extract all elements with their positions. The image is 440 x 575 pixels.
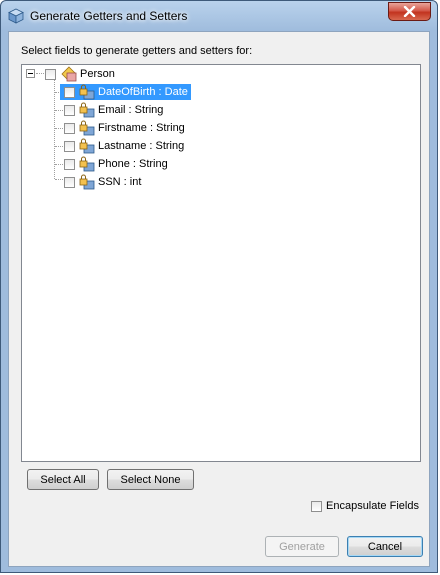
dialog-content: Select fields to generate getters and se… bbox=[8, 31, 430, 567]
field-label: Firstname : String bbox=[98, 122, 185, 134]
field-checkbox[interactable] bbox=[64, 104, 75, 116]
dialog-window: Generate Getters and Setters Select fiel… bbox=[0, 0, 438, 573]
tree-field-row[interactable]: Lastname : String bbox=[64, 137, 187, 155]
field-lock-icon bbox=[79, 102, 95, 118]
tree-field-row[interactable]: Email : String bbox=[64, 101, 166, 119]
cancel-button[interactable]: Cancel bbox=[347, 536, 423, 557]
title-bar[interactable]: Generate Getters and Setters bbox=[1, 1, 437, 31]
field-checkbox[interactable] bbox=[64, 158, 75, 170]
tree-field-row[interactable]: DateOfBirth : Date bbox=[60, 83, 191, 101]
tree-connector bbox=[55, 164, 63, 165]
tree-field-row[interactable]: Firstname : String bbox=[64, 119, 188, 137]
collapse-toggle[interactable] bbox=[26, 69, 35, 78]
field-label: Lastname : String bbox=[98, 140, 185, 152]
close-button[interactable] bbox=[388, 2, 431, 21]
field-checkbox[interactable] bbox=[64, 176, 75, 188]
select-none-button[interactable]: Select None bbox=[107, 469, 194, 490]
field-lock-icon bbox=[79, 174, 95, 190]
app-cube-icon bbox=[8, 8, 24, 24]
field-lock-icon bbox=[79, 156, 95, 172]
fields-tree[interactable]: Person DateOfBirth : Date Email: String… bbox=[21, 64, 421, 462]
generate-button[interactable]: Generate bbox=[265, 536, 339, 557]
field-lock-icon bbox=[79, 120, 95, 136]
encapsulate-checkbox[interactable] bbox=[311, 500, 322, 512]
field-checkbox[interactable] bbox=[64, 140, 75, 152]
person-label: Person bbox=[80, 68, 115, 80]
field-lock-icon bbox=[79, 138, 95, 154]
tree-connector bbox=[55, 110, 63, 111]
tree-root-person[interactable]: Person bbox=[45, 65, 118, 83]
field-label: Email : String bbox=[98, 104, 164, 116]
close-icon bbox=[403, 6, 416, 17]
class-icon bbox=[61, 66, 77, 82]
encapsulate-fields-option[interactable]: Encapsulate Fields bbox=[311, 500, 419, 512]
field-label: DateOfBirth : Date bbox=[98, 86, 188, 98]
field-label: Phone : String bbox=[98, 158, 168, 170]
field-checkbox[interactable] bbox=[64, 122, 75, 134]
encapsulate-label: Encapsulate Fields bbox=[326, 500, 419, 512]
person-checkbox[interactable] bbox=[45, 68, 56, 80]
window-title: Generate Getters and Setters bbox=[30, 9, 188, 23]
tree-field-row[interactable]: Phone : String bbox=[64, 155, 171, 173]
instruction-label: Select fields to generate getters and se… bbox=[21, 45, 253, 57]
tree-field-row[interactable]: SSN : int bbox=[64, 173, 144, 191]
field-checkbox[interactable] bbox=[64, 86, 75, 98]
select-all-button[interactable]: Select All bbox=[27, 469, 99, 490]
tree-connector bbox=[55, 128, 63, 129]
tree-connector bbox=[36, 73, 44, 74]
tree-connector bbox=[55, 146, 63, 147]
tree-connector bbox=[55, 179, 63, 180]
field-lock-icon bbox=[79, 84, 95, 100]
field-label: SSN : int bbox=[98, 176, 142, 188]
